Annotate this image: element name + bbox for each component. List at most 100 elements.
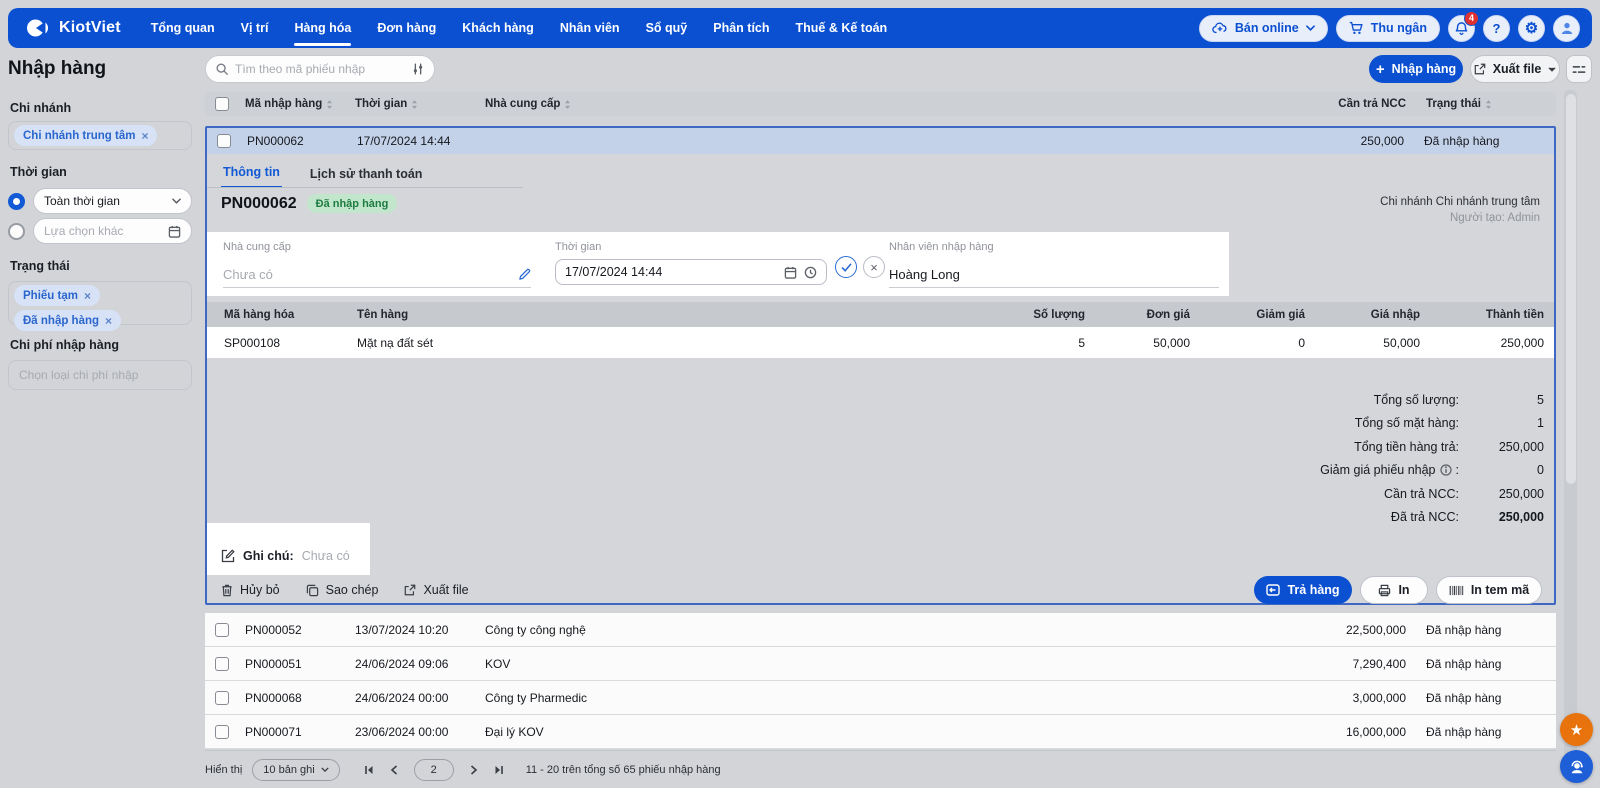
- note-box[interactable]: Ghi chú: Chưa có: [207, 523, 370, 575]
- row-checkbox[interactable]: [215, 691, 229, 705]
- header-payable[interactable]: Cần trả NCC: [1338, 98, 1406, 110]
- scrollbar-thumb[interactable]: [1566, 94, 1576, 484]
- tab-lich-su-thanh-toan[interactable]: Lịch sử thanh toán: [308, 167, 425, 188]
- time-all-radio[interactable]: [8, 193, 25, 210]
- sort-icon[interactable]: [564, 99, 571, 110]
- prev-page-button[interactable]: [390, 765, 398, 775]
- branch-tag[interactable]: Chi nhánh trung tâm ×: [14, 125, 157, 146]
- last-page-button[interactable]: [494, 765, 504, 775]
- current-page-input[interactable]: 2: [414, 759, 454, 781]
- export-file-label: Xuất file: [1493, 62, 1542, 76]
- nav-item-khach-hang[interactable]: Khách hàng: [462, 8, 534, 48]
- nav-item-tong-quan[interactable]: Tổng quan: [151, 8, 215, 48]
- product-row[interactable]: SP000108 Mặt nạ đất sét 5 50,000 0 50,00…: [207, 327, 1554, 358]
- cancel-document-button[interactable]: Hủy bỏ: [221, 583, 280, 597]
- next-page-button[interactable]: [470, 765, 478, 775]
- ph-qty: Số lượng: [990, 309, 1095, 321]
- actions-left: Hủy bỏ Sao chép Xuất file: [207, 583, 469, 597]
- time-input[interactable]: 17/07/2024 14:44: [555, 259, 827, 285]
- nav-item-so-quy[interactable]: Sổ quỹ: [646, 8, 688, 48]
- header-supplier[interactable]: Nhà cung cấp: [485, 98, 1243, 110]
- first-page-button[interactable]: [364, 765, 374, 775]
- row-checkbox[interactable]: [215, 657, 229, 671]
- time-custom-radio[interactable]: [8, 223, 25, 240]
- sort-icon[interactable]: [1485, 99, 1492, 110]
- edit-pencil-icon[interactable]: [518, 268, 531, 281]
- print-barcode-button[interactable]: In tem mã: [1436, 576, 1542, 604]
- row-supplier: KOV: [485, 657, 1243, 671]
- return-goods-button[interactable]: Trả hàng: [1254, 576, 1352, 604]
- add-import-button[interactable]: + Nhập hàng: [1369, 55, 1463, 83]
- header-status[interactable]: Trạng thái: [1406, 98, 1556, 110]
- nav-item-phan-tich[interactable]: Phân tích: [713, 8, 769, 48]
- sort-icon[interactable]: [411, 99, 418, 110]
- settings-button[interactable]: ⚙: [1518, 15, 1545, 42]
- favorites-fab-button[interactable]: ★: [1560, 713, 1593, 746]
- status-tag-remove-icon[interactable]: ×: [84, 290, 91, 302]
- brand[interactable]: KiotViet: [26, 17, 121, 39]
- nav-item-nhan-vien[interactable]: Nhân viên: [560, 8, 620, 48]
- staff-value[interactable]: Hoàng Long: [889, 267, 960, 282]
- row-checkbox[interactable]: [215, 623, 229, 637]
- table-row[interactable]: PN000052 13/07/2024 10:20 Công ty công n…: [205, 613, 1556, 647]
- row-time: 17/07/2024 14:44: [357, 134, 487, 148]
- branch-tag-label: Chi nhánh trung tâm: [23, 130, 135, 142]
- tab-thong-tin[interactable]: Thông tin: [221, 165, 282, 188]
- export-file-button[interactable]: Xuất file: [1470, 55, 1560, 83]
- row-checkbox[interactable]: [215, 725, 229, 739]
- supplier-value[interactable]: Chưa có: [223, 267, 273, 282]
- info-icon[interactable]: [1440, 464, 1452, 476]
- copy-document-button[interactable]: Sao chép: [306, 583, 379, 597]
- ban-online-button[interactable]: Bán online: [1199, 15, 1328, 42]
- row-checkbox[interactable]: [217, 134, 231, 148]
- print-button[interactable]: In: [1360, 576, 1428, 604]
- star-icon: ★: [1570, 721, 1583, 739]
- nav-item-don-hang[interactable]: Đơn hàng: [377, 8, 436, 48]
- time-range-select[interactable]: Toàn thời gian: [33, 188, 192, 214]
- status-tag-remove-icon[interactable]: ×: [105, 315, 112, 327]
- sort-icon[interactable]: [326, 99, 333, 110]
- confirm-time-button[interactable]: [835, 256, 857, 278]
- header-code[interactable]: Mã nhập hàng: [245, 98, 355, 110]
- help-button[interactable]: ?: [1483, 15, 1510, 42]
- search-input[interactable]: [235, 62, 405, 76]
- status-filter-box[interactable]: Phiếu tạm × Đã nhập hàng ×: [8, 281, 192, 325]
- notifications-button[interactable]: 4: [1448, 15, 1475, 42]
- column-settings-icon: [1572, 64, 1586, 75]
- page-size-select[interactable]: 10 bản ghi: [252, 759, 339, 781]
- barcode-icon: [1449, 585, 1464, 596]
- support-fab-button[interactable]: [1560, 750, 1593, 783]
- product-discount: 0: [1200, 336, 1315, 350]
- export-document-button[interactable]: Xuất file: [404, 583, 468, 597]
- profile-button[interactable]: [1553, 15, 1580, 42]
- clock-icon[interactable]: [804, 266, 817, 279]
- table-row[interactable]: PN000068 24/06/2024 00:00 Công ty Pharme…: [205, 681, 1556, 715]
- selected-table-row[interactable]: PN000062 17/07/2024 14:44 250,000 Đã nhậ…: [207, 128, 1554, 154]
- cancel-time-button[interactable]: ×: [863, 256, 885, 278]
- row-payable: 22,500,000: [1346, 623, 1406, 637]
- table-row[interactable]: PN000051 24/06/2024 09:06 KOV 7,290,400 …: [205, 647, 1556, 681]
- creator-info: Người tạo: Admin: [1380, 210, 1540, 226]
- nav-item-thue-ke-toan[interactable]: Thuế & Kế toán: [796, 8, 888, 48]
- product-qty: 5: [990, 336, 1095, 350]
- branch-filter-box[interactable]: Chi nhánh trung tâm ×: [8, 121, 192, 150]
- note-value[interactable]: Chưa có: [302, 549, 350, 563]
- status-tag-phieu-tam[interactable]: Phiếu tạm ×: [14, 285, 100, 306]
- thu-ngan-button[interactable]: Thu ngân: [1336, 15, 1440, 42]
- filter-sliders-icon[interactable]: [411, 62, 425, 76]
- chevron-down-icon: [321, 767, 329, 772]
- table-row[interactable]: PN000071 23/06/2024 00:00 Đại lý KOV 16,…: [205, 715, 1556, 749]
- select-all-checkbox[interactable]: [215, 97, 229, 111]
- time-custom-input[interactable]: Lựa chọn khác: [33, 218, 192, 244]
- header-time[interactable]: Thời gian: [355, 98, 485, 110]
- column-settings-button[interactable]: [1566, 55, 1592, 83]
- row-code: PN000062: [247, 134, 357, 148]
- cloud-plus-icon: [1212, 22, 1228, 34]
- nav-item-vi-tri[interactable]: Vị trí: [241, 8, 269, 48]
- status-tag-da-nhap-hang[interactable]: Đã nhập hàng ×: [14, 310, 121, 331]
- branch-tag-remove-icon[interactable]: ×: [141, 130, 148, 142]
- cost-filter-input[interactable]: Chọn loại chi phí nhập: [8, 360, 192, 390]
- calendar-icon[interactable]: [784, 266, 797, 279]
- row-status: Đã nhập hàng: [1404, 134, 1554, 148]
- nav-item-hang-hoa[interactable]: Hàng hóa: [294, 8, 351, 48]
